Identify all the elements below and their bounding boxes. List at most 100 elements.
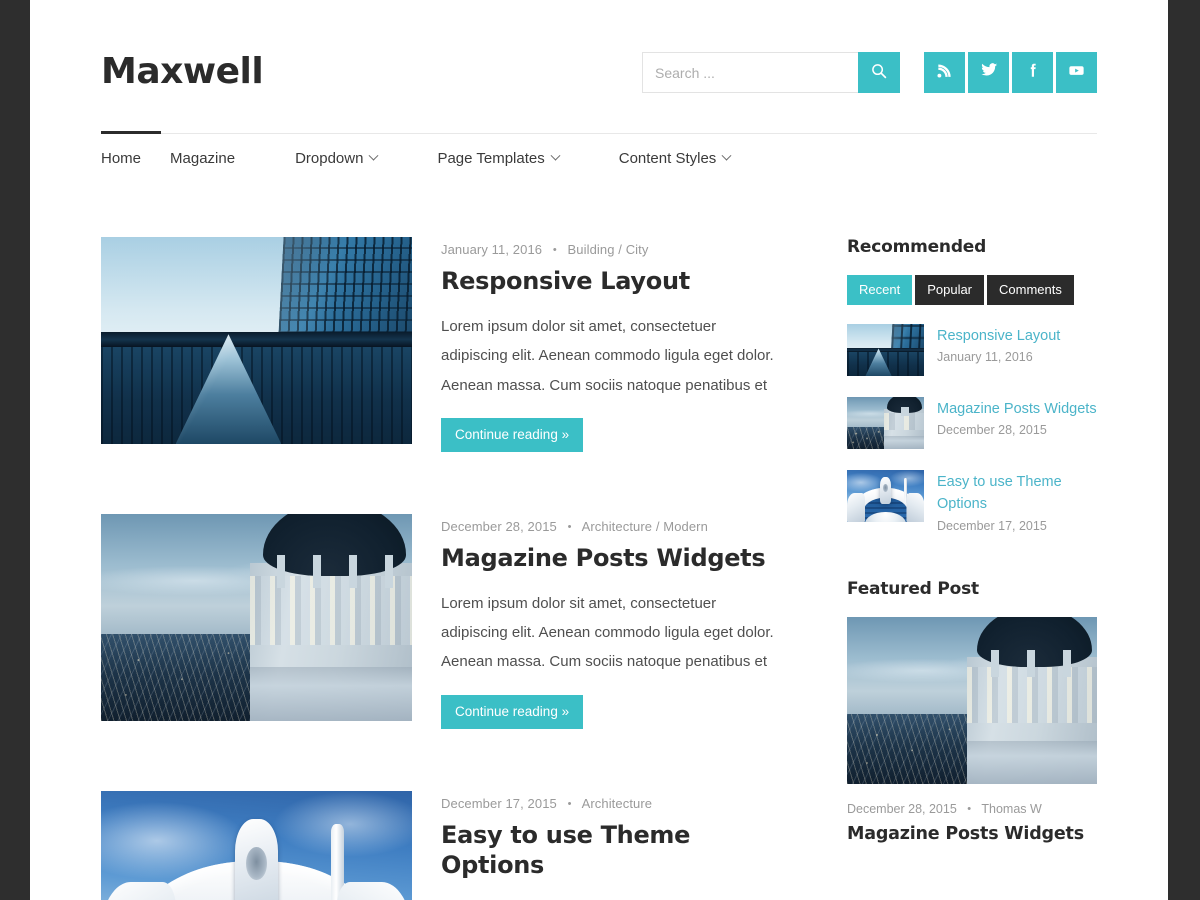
featured-meta: December 28, 2015 • Thomas W: [847, 802, 1097, 816]
main-navigation: Home Magazine Dropdown Page Templates Co…: [101, 131, 1097, 183]
post-meta: January 11, 2016 • Building / City: [441, 242, 783, 257]
widget-image-baroque: [847, 470, 924, 522]
post-image-observatory: [101, 513, 412, 721]
post-excerpt: Lorem ipsum dolor sit amet, consectetuer…: [441, 318, 774, 394]
nav-item-page-templates[interactable]: Page Templates: [437, 134, 618, 183]
rss-icon: [936, 62, 953, 84]
social-link-rss[interactable]: [924, 52, 965, 93]
post-date: January 11, 2016: [441, 242, 543, 257]
widget-recommended: Recommended Recent Popular Comments Resp…: [847, 237, 1097, 533]
search-form: [642, 52, 900, 93]
post-body: January 11, 2016 • Building / City Respo…: [441, 237, 783, 452]
featured-author[interactable]: Thomas W: [981, 802, 1041, 816]
tab-popular[interactable]: Popular: [915, 275, 985, 305]
post-date: December 28, 2015: [441, 518, 557, 534]
post-image-building: [101, 237, 412, 444]
sidebar: Recommended Recent Popular Comments Resp…: [847, 237, 1097, 900]
nav-item-home[interactable]: Home: [101, 131, 170, 183]
featured-post-title[interactable]: Magazine Posts Widgets: [847, 823, 1097, 846]
post-title[interactable]: Easy to use Theme Options: [441, 820, 783, 880]
nav-label-content-styles: Content Styles: [618, 150, 717, 167]
post-excerpt: Lorem ipsum dolor sit amet, consectetuer…: [441, 896, 783, 900]
post-image-baroque: [101, 790, 412, 900]
widget-post-date: January 11, 2016: [937, 350, 1033, 365]
widget-image-observatory: [847, 397, 924, 449]
site-title[interactable]: Maxwell: [101, 44, 264, 92]
chevron-down-icon: [721, 150, 732, 161]
nav-list: Home Magazine Dropdown Page Templates Co…: [101, 131, 1097, 183]
widget-thumbnail[interactable]: [847, 324, 924, 376]
featured-date: December 28, 2015: [847, 801, 957, 816]
post-body: December 17, 2015 • Architecture Easy to…: [441, 791, 783, 900]
widget-title: Recommended: [847, 237, 987, 257]
youtube-icon: [1067, 61, 1086, 85]
recommended-tabs: Recent Popular Comments: [847, 275, 1097, 305]
post-meta: December 28, 2015 • Architecture / Moder…: [441, 519, 783, 534]
post-excerpt: Lorem ipsum dolor sit amet, consectetuer…: [441, 594, 774, 671]
post-title[interactable]: Responsive Layout: [441, 266, 783, 296]
widget-title: Featured Post: [847, 578, 979, 599]
nav-label-dropdown: Dropdown: [295, 150, 364, 167]
social-link-facebook[interactable]: [1012, 52, 1053, 93]
post-meta: December 17, 2015 • Architecture: [441, 796, 783, 811]
nav-label-page-templates: Page Templates: [437, 150, 545, 167]
widget-post-title[interactable]: Magazine Posts Widgets: [937, 398, 1097, 420]
meta-separator: •: [967, 802, 972, 815]
post-item: December 28, 2015 • Architecture / Moder…: [101, 513, 783, 729]
widget-post-item: Easy to use Theme Options December 17, 2…: [847, 470, 1097, 533]
widget-post-body: Magazine Posts Widgets December 28, 2015: [937, 397, 1097, 449]
widget-post-body: Responsive Layout January 11, 2016: [937, 324, 1097, 376]
content-wrapper: January 11, 2016 • Building / City Respo…: [101, 237, 1097, 900]
social-link-twitter[interactable]: [968, 52, 1009, 93]
widget-post-item: Magazine Posts Widgets December 28, 2015: [847, 397, 1097, 449]
post-date: December 17, 2015: [441, 795, 557, 811]
widget-featured-post: Featured Post December 28, 2015 • Thomas…: [847, 579, 1097, 846]
page-container: Maxwell Search ... Home Magazine Dropdow…: [101, 0, 1097, 900]
meta-separator: •: [567, 520, 572, 533]
widget-post-date: December 17, 2015: [937, 518, 1047, 533]
widget-thumbnail[interactable]: [847, 470, 924, 522]
tab-comments[interactable]: Comments: [987, 275, 1074, 305]
post-categories[interactable]: Architecture / Modern: [582, 519, 708, 534]
nav-item-dropdown[interactable]: Dropdown: [295, 134, 437, 183]
widget-post-body: Easy to use Theme Options December 17, 2…: [937, 470, 1097, 533]
search-submit-button[interactable]: [858, 52, 900, 93]
nav-item-magazine[interactable]: Magazine: [170, 134, 295, 183]
widget-post-item: Responsive Layout January 11, 2016: [847, 324, 1097, 376]
nav-label-magazine: Magazine: [170, 150, 236, 167]
site-header: Maxwell: [101, 0, 1097, 93]
post-categories[interactable]: Architecture: [582, 796, 653, 811]
meta-separator: •: [552, 244, 557, 256]
meta-separator: •: [567, 797, 572, 810]
social-link-youtube[interactable]: [1056, 52, 1097, 93]
facebook-icon: [1024, 61, 1042, 84]
nav-item-content-styles[interactable]: Content Styles: [619, 134, 791, 183]
chevron-down-icon: [550, 150, 561, 161]
post-thumbnail[interactable]: [101, 513, 412, 721]
search-input[interactable]: [642, 52, 858, 93]
widget-post-title[interactable]: Responsive Layout: [937, 325, 1097, 347]
continue-reading-button[interactable]: Continue reading »: [441, 417, 584, 452]
search-icon: [871, 63, 887, 82]
post-title[interactable]: Magazine Posts Widgets: [441, 543, 783, 573]
nav-label-home: Home: [101, 150, 142, 167]
twitter-icon: [980, 61, 998, 84]
post-item: December 17, 2015 • Architecture Easy to…: [101, 790, 783, 900]
post-list: January 11, 2016 • Building / City Respo…: [101, 237, 783, 900]
widget-post-date: December 28, 2015: [937, 423, 1047, 438]
featured-thumbnail[interactable]: [847, 616, 1097, 784]
widget-thumbnail[interactable]: [847, 397, 924, 449]
chevron-down-icon: [368, 150, 379, 161]
post-body: December 28, 2015 • Architecture / Moder…: [441, 514, 783, 729]
post-thumbnail[interactable]: [101, 790, 412, 900]
page-frame: Maxwell Search ... Home Magazine Dropdow…: [30, 0, 1168, 900]
post-thumbnail[interactable]: [101, 237, 412, 444]
widget-image-building: [847, 324, 924, 376]
post-item: January 11, 2016 • Building / City Respo…: [101, 237, 783, 452]
continue-reading-button[interactable]: Continue reading »: [441, 694, 584, 729]
featured-image-observatory: [847, 616, 1097, 784]
header-right: [642, 44, 1097, 93]
tab-recent[interactable]: Recent: [847, 275, 913, 305]
widget-post-title[interactable]: Easy to use Theme Options: [937, 471, 1097, 516]
post-categories[interactable]: Building / City: [568, 242, 649, 257]
